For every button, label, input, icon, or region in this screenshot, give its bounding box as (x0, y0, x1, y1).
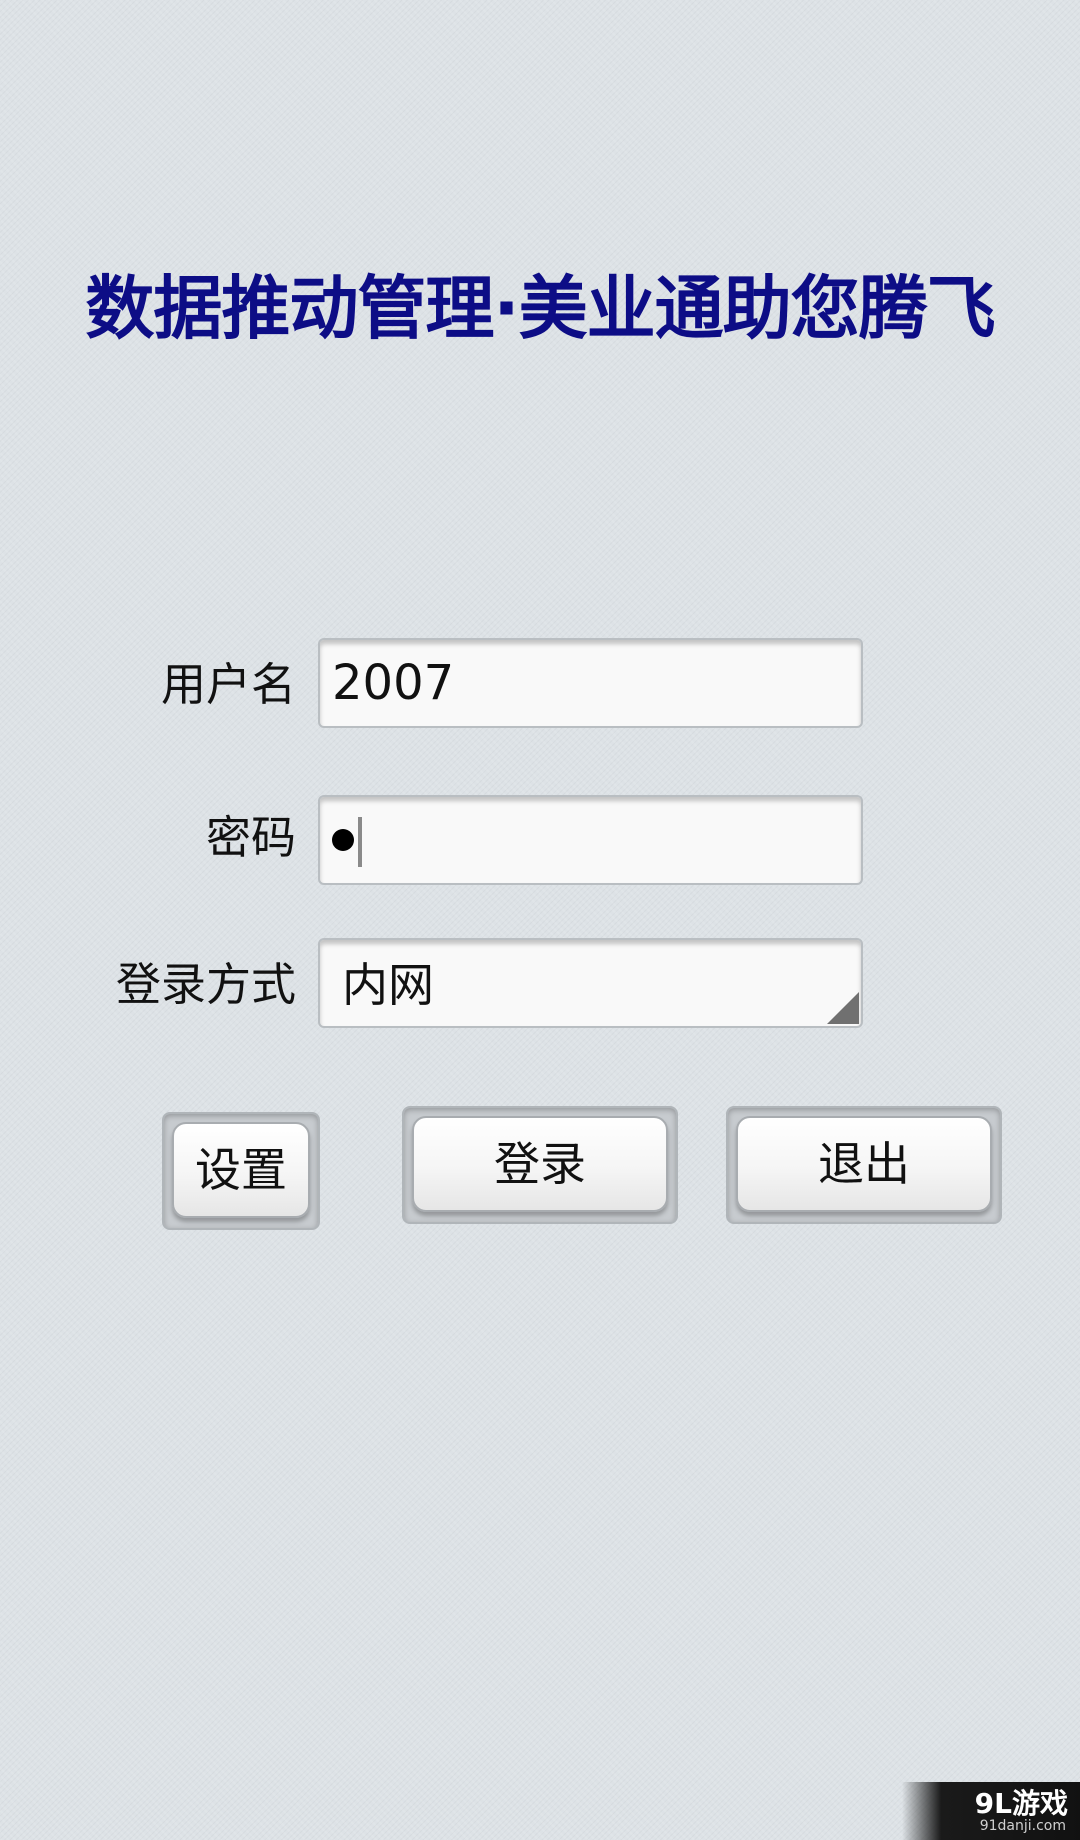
dropdown-arrow-icon (827, 992, 859, 1024)
password-field[interactable] (318, 795, 863, 885)
password-mask-dot (332, 829, 354, 851)
page-title: 数据推动管理·美业通助您腾飞 (85, 269, 995, 349)
password-label: 密码 (205, 811, 296, 864)
settings-button-frame: 设置 (162, 1112, 320, 1230)
watermark-site: 91danji.com (979, 1818, 1066, 1834)
username-value: 2007 (332, 655, 455, 711)
exit-button[interactable]: 退出 (736, 1116, 992, 1212)
username-field[interactable]: 2007 (318, 638, 863, 728)
text-caret (358, 817, 362, 867)
settings-button[interactable]: 设置 (172, 1122, 310, 1218)
watermark: 9L游戏 91danji.com (902, 1782, 1080, 1840)
login-mode-label: 登录方式 (115, 958, 296, 1011)
login-mode-value: 内网 (342, 958, 434, 1012)
username-label: 用户名 (160, 658, 296, 711)
login-button[interactable]: 登录 (412, 1116, 668, 1212)
login-mode-select[interactable]: 内网 (318, 938, 863, 1028)
exit-button-frame: 退出 (726, 1106, 1002, 1224)
watermark-brand: 9L游戏 (974, 1787, 1068, 1820)
login-button-frame: 登录 (402, 1106, 678, 1224)
